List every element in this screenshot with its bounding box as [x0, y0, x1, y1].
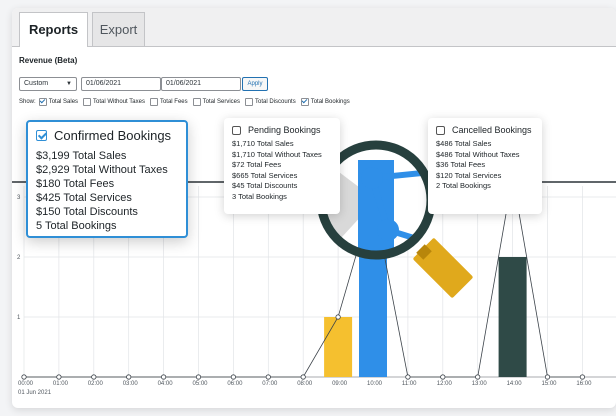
- tooltip-row: 5 Total Bookings: [36, 220, 117, 232]
- tooltip-confirmed-bookings: Confirmed Bookings $3,199 Total Sales $2…: [26, 120, 188, 238]
- tooltip-row: $486 Total Sales: [436, 139, 492, 148]
- tooltip-row: $180 Total Fees: [36, 178, 115, 190]
- checkbox-icon[interactable]: [232, 125, 241, 135]
- tooltip-row: $2,929 Total Without Taxes: [36, 164, 168, 176]
- tooltip-row: $72 Total Fees: [232, 160, 282, 169]
- tooltip-row: $486 Total Without Taxes: [436, 149, 520, 159]
- tooltip-row: $665 Total Services: [232, 170, 298, 180]
- tooltip-row: 3 Total Bookings: [232, 191, 287, 201]
- tooltip-cancelled-bookings: Cancelled Bookings $486 Total Sales $486…: [428, 118, 542, 214]
- tooltip-row: $36 Total Fees: [436, 160, 486, 169]
- checkbox-icon[interactable]: [436, 125, 445, 135]
- tooltip-title: Confirmed Bookings: [54, 128, 172, 143]
- tooltip-row: $3,199 Total Sales: [36, 150, 127, 162]
- tooltip-row: $120 Total Services: [436, 170, 502, 180]
- tooltip-row: $1,710 Total Sales: [232, 139, 294, 148]
- tooltip-row: $425 Total Services: [36, 192, 132, 204]
- checkbox-checked-icon[interactable]: [36, 130, 47, 141]
- magnifier-handle: [413, 238, 473, 298]
- tooltip-pending-bookings: Pending Bookings $1,710 Total Sales $1,7…: [224, 118, 340, 214]
- tooltip-title: Pending Bookings: [248, 125, 321, 135]
- tooltip-row: 2 Total Bookings: [436, 181, 491, 190]
- tooltip-row: $1,710 Total Without Taxes: [232, 149, 322, 159]
- tooltip-row: $150 Total Discounts: [36, 206, 138, 218]
- tooltip-title: Cancelled Bookings: [452, 125, 532, 135]
- tooltip-row: $45 Total Discounts: [232, 181, 298, 190]
